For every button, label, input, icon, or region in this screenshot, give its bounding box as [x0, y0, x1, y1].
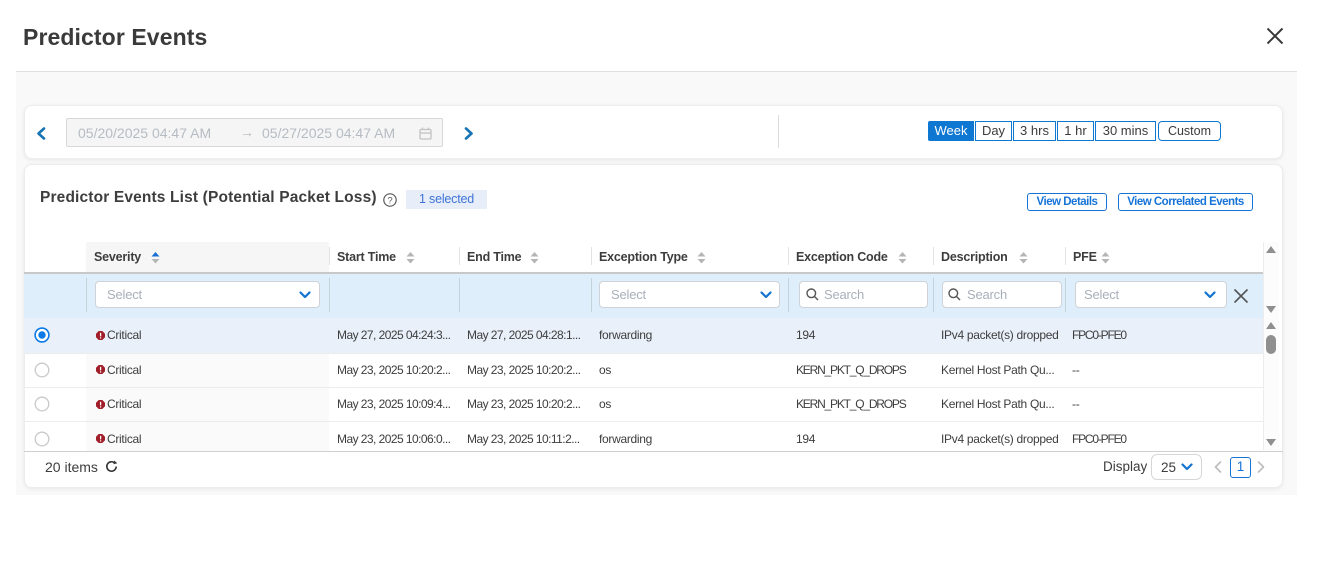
svg-text:?: ?: [387, 195, 392, 206]
